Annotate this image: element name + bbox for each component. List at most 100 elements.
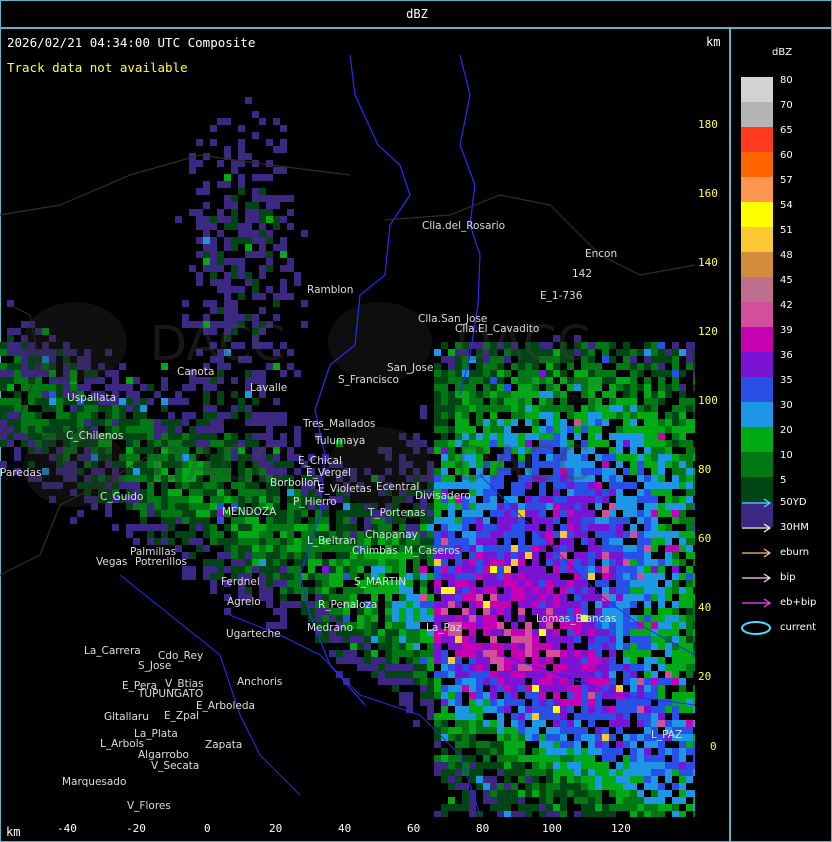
echo-cell — [623, 440, 630, 447]
echo-cell — [567, 531, 574, 538]
echo-cell — [644, 594, 651, 601]
echo-cell — [665, 552, 672, 559]
echo-cell — [504, 573, 511, 580]
echo-cell — [0, 405, 7, 412]
echo-cell — [224, 146, 231, 153]
echo-cell — [630, 797, 637, 804]
echo-cell — [21, 377, 28, 384]
echo-cell — [322, 524, 329, 531]
echo-cell — [427, 657, 434, 664]
echo-cell — [637, 580, 644, 587]
echo-cell — [637, 559, 644, 566]
place-label: L_PAZ — [651, 729, 682, 741]
echo-cell — [602, 559, 609, 566]
echo-cell — [126, 440, 133, 447]
radar-map[interactable]: DACC DACC DACC DACC n de Agricultura enc… — [0, 55, 695, 817]
echo-cell — [231, 496, 238, 503]
echo-cell — [196, 426, 203, 433]
echo-cell — [637, 811, 644, 817]
echo-cell — [525, 552, 532, 559]
echo-cell — [665, 559, 672, 566]
echo-cell — [189, 510, 196, 517]
echo-cell — [483, 741, 490, 748]
echo-cell — [602, 461, 609, 468]
echo-cell — [595, 531, 602, 538]
echo-cell — [504, 426, 511, 433]
echo-cell — [252, 496, 259, 503]
echo-cell — [693, 797, 695, 804]
department-line — [384, 194, 695, 276]
echo-cell — [434, 713, 441, 720]
echo-cell — [644, 713, 651, 720]
echo-cell — [665, 461, 672, 468]
echo-cell — [14, 447, 21, 454]
echo-cell — [497, 601, 504, 608]
echo-cell — [623, 363, 630, 370]
place-label: T_Portenas — [367, 507, 426, 519]
echo-cell — [203, 398, 210, 405]
echo-cell — [245, 244, 252, 251]
timestamp-headline: 2026/02/21 04:34:00 UTC Composite — [7, 35, 256, 50]
echo-cell — [532, 510, 539, 517]
echo-cell — [637, 769, 644, 776]
echo-cell — [140, 503, 147, 510]
echo-cell — [609, 412, 616, 419]
echo-cell — [343, 552, 350, 559]
echo-cell — [427, 573, 434, 580]
echo-cell — [294, 524, 301, 531]
echo-cell — [658, 713, 665, 720]
echo-cell — [301, 321, 308, 328]
echo-cell — [273, 538, 280, 545]
echo-cell — [28, 398, 35, 405]
echo-cell — [483, 426, 490, 433]
echo-cell — [644, 475, 651, 482]
echo-cell — [658, 454, 665, 461]
echo-cell — [504, 748, 511, 755]
echo-cell — [630, 391, 637, 398]
x-tick: -40 — [57, 822, 77, 835]
echo-cell — [84, 412, 91, 419]
echo-cell — [392, 601, 399, 608]
x-tick: 20 — [269, 822, 283, 835]
echo-cell — [238, 552, 245, 559]
echo-cell — [644, 552, 651, 559]
echo-cell — [462, 678, 469, 685]
echo-cell — [462, 797, 469, 804]
echo-cell — [511, 713, 518, 720]
echo-cell — [686, 601, 693, 608]
echo-cell — [686, 426, 693, 433]
echo-cell — [140, 412, 147, 419]
echo-cell — [651, 657, 658, 664]
echo-cell — [210, 223, 217, 230]
echo-cell — [455, 412, 462, 419]
echo-cell — [553, 804, 560, 811]
echo-cell — [581, 650, 588, 657]
echo-cell — [504, 524, 511, 531]
echo-cell — [7, 363, 14, 370]
echo-cell — [658, 475, 665, 482]
echo-cell — [476, 503, 483, 510]
echo-cell — [644, 741, 651, 748]
echo-cell — [259, 293, 266, 300]
echo-cell — [539, 671, 546, 678]
echo-cell — [644, 671, 651, 678]
echo-cell — [644, 797, 651, 804]
echo-cell — [413, 657, 420, 664]
echo-cell — [686, 398, 693, 405]
echo-cell — [609, 594, 616, 601]
echo-cell — [546, 496, 553, 503]
echo-cell — [448, 503, 455, 510]
echo-cell — [630, 454, 637, 461]
echo-cell — [588, 811, 595, 817]
echo-cell — [56, 405, 63, 412]
echo-cell — [189, 496, 196, 503]
echo-cell — [315, 587, 322, 594]
echo-cell — [679, 349, 686, 356]
echo-cell — [567, 776, 574, 783]
echo-cell — [532, 496, 539, 503]
echo-cell — [532, 678, 539, 685]
y-tick: 40 — [698, 601, 712, 614]
echo-cell — [686, 356, 693, 363]
echo-cell — [252, 293, 259, 300]
echo-cell — [469, 559, 476, 566]
